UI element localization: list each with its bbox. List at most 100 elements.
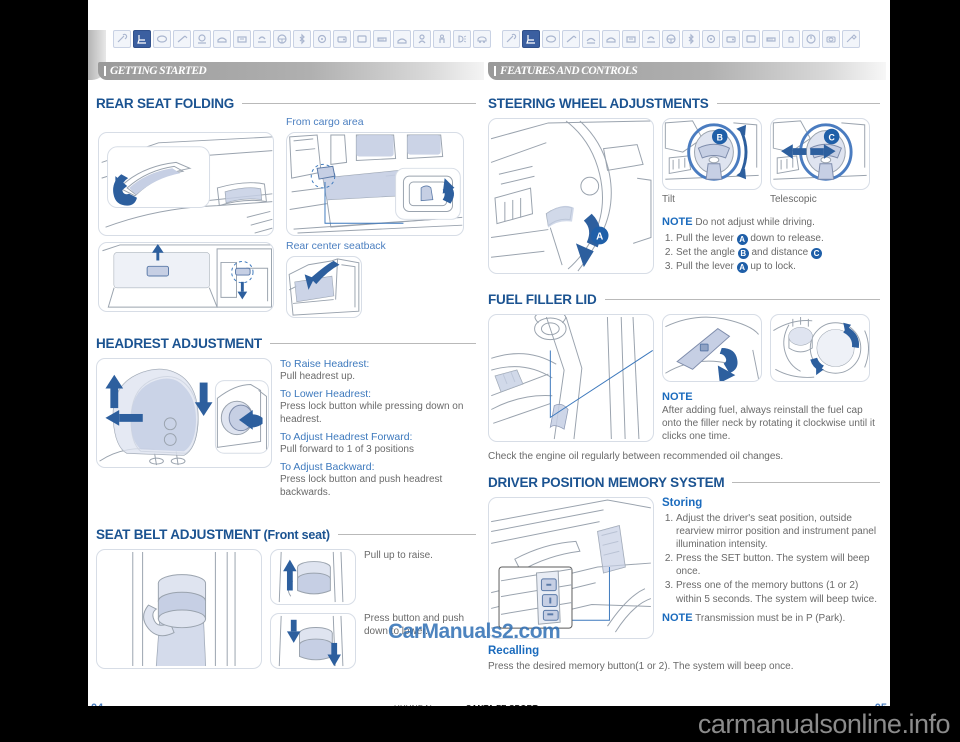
- figure-caption-rear-center-seatback: Rear center seatback: [286, 240, 386, 252]
- storing-heading: Storing: [662, 496, 703, 509]
- wheel-icon[interactable]: [273, 30, 291, 48]
- svg-text:A: A: [596, 231, 603, 242]
- trunk-icon[interactable]: [393, 30, 411, 48]
- figure-telescopic: C: [770, 118, 870, 190]
- fuel-footer-text: Check the engine oil regularly between r…: [488, 450, 784, 462]
- airbag-icon[interactable]: [193, 30, 211, 48]
- storing-steps: Adjust the driver's seat position, outsi…: [662, 512, 878, 606]
- figure-steering-column-lever: A: [488, 118, 654, 274]
- warning-icon[interactable]: [413, 30, 431, 48]
- wiper-icon[interactable]: [173, 30, 191, 48]
- figure-fuel-lid-open: [662, 314, 762, 383]
- seat-belt-caption-1: Press button and push down to lower.: [364, 613, 465, 637]
- dashboard-icon[interactable]: [233, 30, 251, 48]
- svg-text:C: C: [829, 132, 836, 142]
- section-title-fuel-filler-lid: FUEL FILLER LID: [488, 292, 880, 307]
- sunroof-icon[interactable]: [582, 30, 600, 48]
- left-page-column: REAR SEAT FOLDING From cargo area Rear c…: [96, 96, 476, 669]
- bluetooth-icon[interactable]: [682, 30, 700, 48]
- power-icon[interactable]: [802, 30, 820, 48]
- left-chapter-bar: GETTING STARTED: [98, 62, 484, 80]
- figure-headrest: [96, 358, 272, 468]
- tools-icon[interactable]: [842, 30, 860, 48]
- title-rule: [604, 299, 880, 301]
- hood-icon[interactable]: [602, 30, 620, 48]
- mirror-icon[interactable]: [542, 30, 560, 48]
- right-chapter-icon-strip: [502, 30, 860, 54]
- memory-block: Storing Adjust the driver's seat positio…: [488, 496, 880, 639]
- wheel-icon[interactable]: [662, 30, 680, 48]
- chapter-tick: [494, 66, 496, 76]
- seat-belt-block: Pull up to raise. Press button and push …: [96, 549, 476, 669]
- steering-steps: Pull the lever A down to release. Set th…: [662, 232, 878, 274]
- fuse-icon[interactable]: [373, 30, 391, 48]
- right-page-column: STEERING WHEEL ADJUSTMENTS A B Tilt C Te…: [488, 96, 880, 673]
- radio-icon[interactable]: [333, 30, 351, 48]
- seat-belt-caption-0: Pull up to raise.: [364, 550, 433, 561]
- badge-a2: A: [736, 262, 748, 274]
- headrest-instructions: To Raise Headrest: Pull headrest up. To …: [280, 358, 476, 499]
- svg-text:B: B: [717, 132, 723, 142]
- memory-text-block: Storing Adjust the driver's seat positio…: [662, 497, 878, 639]
- right-chapter-title: FEATURES AND CONTROLS: [500, 65, 638, 77]
- title-rule: [716, 103, 880, 104]
- climate-icon[interactable]: [253, 30, 271, 48]
- badge-c: C: [810, 247, 822, 259]
- badge-a: A: [736, 233, 748, 245]
- figure-fuel-cap: [770, 314, 870, 383]
- figure-rear-seat-lever: [98, 132, 274, 236]
- bluetooth-icon[interactable]: [293, 30, 311, 48]
- headrest-text-3: Press lock button and push headrest back…: [280, 474, 443, 498]
- steering-step-1: Pull the lever A down to release.: [676, 232, 878, 245]
- figure-caption-from-cargo-area: From cargo area: [286, 116, 364, 128]
- section-title-seat-belt-adjustment: SEAT BELT ADJUSTMENT (Front seat): [96, 527, 476, 542]
- title-rule: [242, 103, 476, 104]
- badge-b: B: [737, 247, 749, 259]
- steering-right-block: B Tilt C Telescopic NOTE Do not adjust w…: [662, 118, 878, 274]
- steering-step-3: Pull the lever A up to lock.: [676, 260, 878, 274]
- section-title-headrest-adjustment: HEADREST ADJUSTMENT: [96, 336, 476, 351]
- seat-icon[interactable]: [133, 30, 151, 48]
- manual-page-spread: GETTING STARTED FEATURES AND CONTROLS RE…: [88, 0, 890, 712]
- figure-seatback-latch: [98, 242, 274, 312]
- note-keyword: NOTE: [662, 611, 693, 624]
- disc-icon[interactable]: [822, 30, 840, 48]
- screen-icon[interactable]: [742, 30, 760, 48]
- watermark-bottom: carmanualsonline.info: [0, 706, 960, 742]
- wiper-icon[interactable]: [562, 30, 580, 48]
- headrest-text-0: Pull headrest up.: [280, 371, 356, 382]
- audio-icon[interactable]: [313, 30, 331, 48]
- washer-icon[interactable]: [782, 30, 800, 48]
- note-keyword: NOTE: [662, 216, 693, 228]
- fuel-right-block: NOTE After adding fuel, always reinstall…: [662, 314, 878, 443]
- figure-fuel-lid-release: [488, 314, 654, 443]
- seat-belt-captions: Pull up to raise. Press button and push …: [364, 549, 474, 669]
- memory-note: NOTE Transmission must be in P (Park).: [662, 611, 878, 626]
- title-rule: [732, 481, 880, 483]
- audio-icon[interactable]: [702, 30, 720, 48]
- section-title-rear-seat-folding: REAR SEAT FOLDING: [96, 96, 476, 111]
- mirror-icon[interactable]: [153, 30, 171, 48]
- left-chapter-icon-strip: [113, 30, 491, 54]
- fuse-icon[interactable]: [762, 30, 780, 48]
- car-icon[interactable]: [473, 30, 491, 48]
- section-subtitle-front-seat: (Front seat): [263, 527, 331, 542]
- lights-icon[interactable]: [453, 30, 471, 48]
- figure-cargo-area-release: [286, 132, 464, 236]
- screen-icon[interactable]: [353, 30, 371, 48]
- headrest-label-3: To Adjust Backward:: [280, 461, 375, 473]
- figure-caption-telescopic: Telescopic: [770, 194, 817, 205]
- steering-note: NOTE Do not adjust while driving.: [662, 215, 878, 230]
- recalling-heading: Recalling: [488, 644, 540, 657]
- hood-icon[interactable]: [213, 30, 231, 48]
- dashboard-icon[interactable]: [622, 30, 640, 48]
- fuel-note: NOTE After adding fuel, always reinstall…: [662, 390, 878, 443]
- title-rule: [337, 534, 476, 535]
- radio-icon[interactable]: [722, 30, 740, 48]
- headrest-label-2: To Adjust Headrest Forward:: [280, 431, 413, 443]
- child-seat-icon[interactable]: [433, 30, 451, 48]
- key-icon[interactable]: [113, 30, 131, 48]
- seat-icon[interactable]: [522, 30, 540, 48]
- key-icon[interactable]: [502, 30, 520, 48]
- climate-icon[interactable]: [642, 30, 660, 48]
